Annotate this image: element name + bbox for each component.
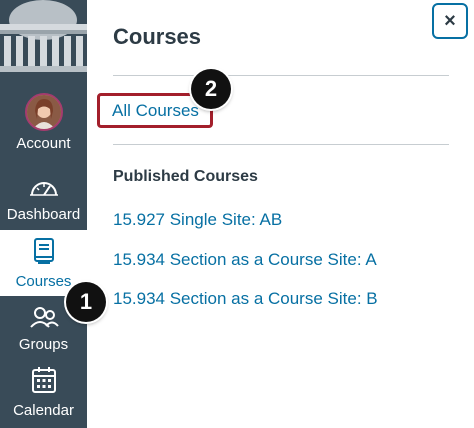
nav-item-dashboard[interactable]: Dashboard: [0, 176, 87, 223]
nav-label-groups: Groups: [18, 336, 69, 353]
people-icon: [29, 306, 59, 332]
global-nav-sidebar: Account Dashboard Courses Groups Calenda…: [0, 0, 87, 428]
all-courses-link[interactable]: All Courses: [112, 101, 199, 121]
nav-item-calendar[interactable]: Calendar: [0, 366, 87, 419]
nav-item-account[interactable]: Account: [0, 93, 87, 152]
course-link[interactable]: 15.927 Single Site: AB: [113, 210, 282, 230]
course-link[interactable]: 15.934 Section as a Course Site: B: [113, 289, 378, 309]
institution-logo[interactable]: [0, 0, 87, 82]
step-callout-1: 1: [66, 282, 106, 322]
book-icon: [32, 237, 56, 269]
course-link[interactable]: 15.934 Section as a Course Site: A: [113, 250, 377, 270]
step-callout-2: 2: [191, 69, 231, 109]
published-courses-heading: Published Courses: [113, 168, 258, 185]
calendar-icon: [31, 366, 57, 398]
divider: [113, 75, 449, 76]
avatar: [24, 93, 63, 131]
close-tray-button[interactable]: ×: [432, 3, 468, 39]
dome-building-icon: [0, 0, 87, 82]
courses-tray: Courses × All Courses Published Courses …: [87, 0, 474, 428]
close-icon: ×: [444, 9, 456, 32]
nav-label-dashboard: Dashboard: [6, 206, 81, 223]
speedometer-icon: [29, 176, 59, 202]
tray-title: Courses: [113, 24, 202, 49]
nav-label-courses: Courses: [15, 272, 72, 290]
divider: [113, 144, 449, 145]
nav-label-calendar: Calendar: [13, 402, 74, 419]
nav-label-account: Account: [16, 135, 71, 152]
